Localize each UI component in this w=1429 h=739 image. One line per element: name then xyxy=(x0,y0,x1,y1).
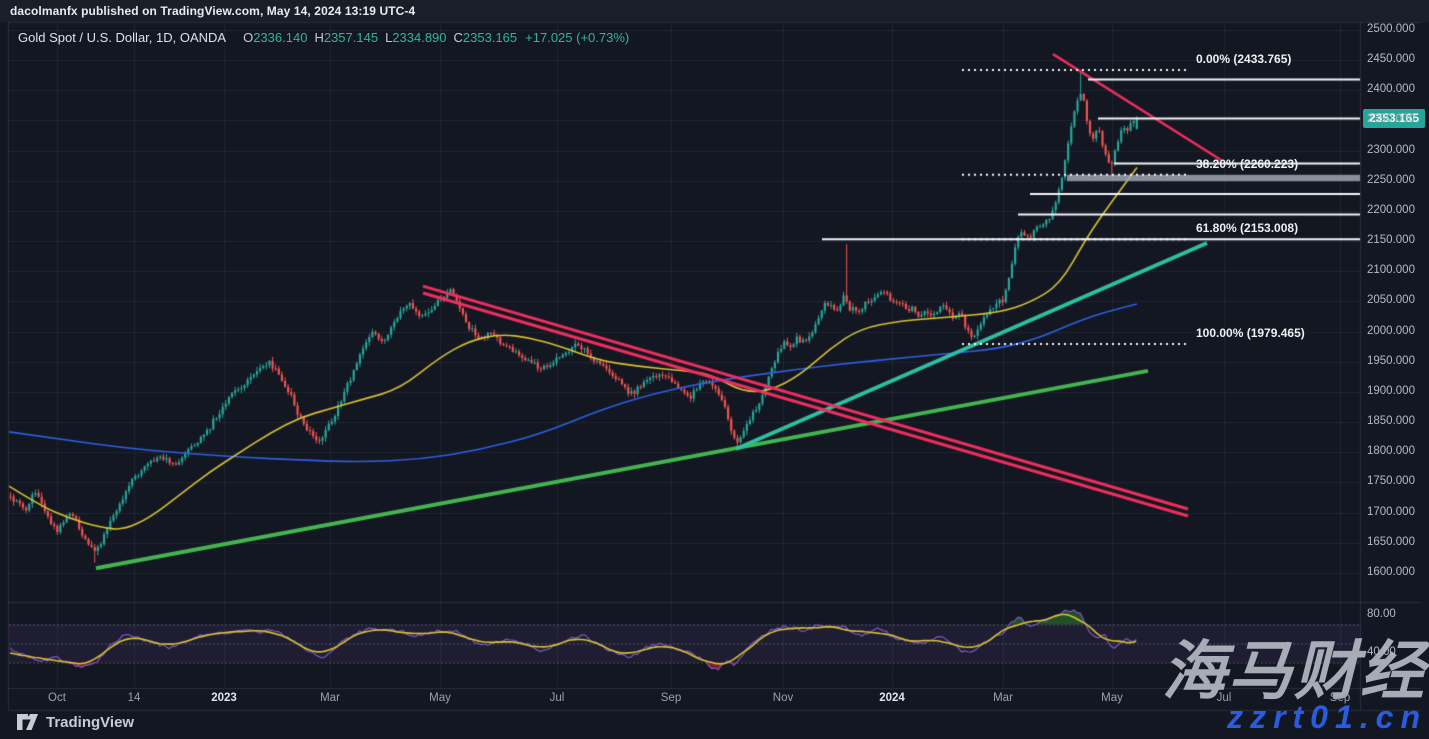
fib-level-label: 38.20% (2260.223) xyxy=(1196,157,1298,171)
time-axis-label: Mar xyxy=(320,692,340,704)
time-axis-label: Jul xyxy=(1217,692,1232,704)
symbol-title[interactable]: Gold Spot / U.S. Dollar, 1D, OANDA xyxy=(18,30,226,45)
time-axis-label: Jul xyxy=(550,692,565,704)
time-axis-label: Oct xyxy=(48,692,66,704)
time-axis-label: Mar xyxy=(993,692,1013,704)
price-axis-tick: 1700.000 xyxy=(1367,506,1415,518)
high-value: 2357.145 xyxy=(324,30,378,45)
time-axis-label: Nov xyxy=(773,692,793,704)
time-axis-label: May xyxy=(1101,692,1123,704)
price-axis-tick: 2100.000 xyxy=(1367,264,1415,276)
time-axis-label: 2023 xyxy=(211,692,237,704)
tradingview-logo[interactable]: TradingView xyxy=(16,713,134,731)
price-axis-tick: 1600.000 xyxy=(1367,566,1415,578)
time-axis-label: 2024 xyxy=(879,692,905,704)
price-axis-tick: 2050.000 xyxy=(1367,294,1415,306)
price-axis-tick: 1650.000 xyxy=(1367,536,1415,548)
tradingview-logo-icon xyxy=(16,713,39,731)
low-value: 2334.890 xyxy=(392,30,446,45)
watermark-url: zzrt01.cn xyxy=(1227,699,1427,736)
price-axis-tick: 1800.000 xyxy=(1367,445,1415,457)
price-axis-tick: 1850.000 xyxy=(1367,415,1415,427)
price-axis-tick: 2150.000 xyxy=(1367,234,1415,246)
open-value: 2336.140 xyxy=(253,30,307,45)
price-axis-tick: 2200.000 xyxy=(1367,204,1415,216)
price-axis-tick: 2250.000 xyxy=(1367,174,1415,186)
tradingview-published-chart: dacolmanfx published on TradingView.com,… xyxy=(0,0,1429,739)
time-axis-label: 14 xyxy=(128,692,141,704)
price-axis-tick: 2400.000 xyxy=(1367,83,1415,95)
symbol-legend[interactable]: Gold Spot / U.S. Dollar, 1D, OANDA O2336.… xyxy=(18,30,629,45)
time-axis-label: May xyxy=(429,692,451,704)
price-axis-tick: 1750.000 xyxy=(1367,475,1415,487)
close-label: C xyxy=(454,30,463,45)
fib-level-label: 0.00% (2433.765) xyxy=(1196,52,1291,66)
fib-level-label: 100.00% (1979.465) xyxy=(1196,326,1305,340)
change-value: +17.025 (+0.73%) xyxy=(525,30,629,45)
time-axis-label: Sep xyxy=(661,692,681,704)
price-axis-tick: 2350.000 xyxy=(1367,113,1415,125)
price-axis-tick: 2000.000 xyxy=(1367,325,1415,337)
price-axis-tick: 2300.000 xyxy=(1367,144,1415,156)
price-axis-tick: 2450.000 xyxy=(1367,53,1415,65)
price-axis-tick: 1900.000 xyxy=(1367,385,1415,397)
tradingview-logo-text: TradingView xyxy=(46,714,134,731)
publish-header-bar: dacolmanfx published on TradingView.com,… xyxy=(0,0,1429,22)
open-label: O xyxy=(243,30,253,45)
price-axis-tick: 1950.000 xyxy=(1367,355,1415,367)
publish-line: dacolmanfx published on TradingView.com,… xyxy=(10,4,415,18)
fib-level-label: 61.80% (2153.008) xyxy=(1196,221,1298,235)
rsi-axis-tick: 80.00 xyxy=(1367,608,1396,620)
close-value: 2353.165 xyxy=(463,30,517,45)
high-label: H xyxy=(314,30,323,45)
price-axis-tick: 2500.000 xyxy=(1367,23,1415,35)
time-axis-label: Sep xyxy=(1330,692,1350,704)
rsi-axis-tick: 40.00 xyxy=(1367,646,1396,658)
